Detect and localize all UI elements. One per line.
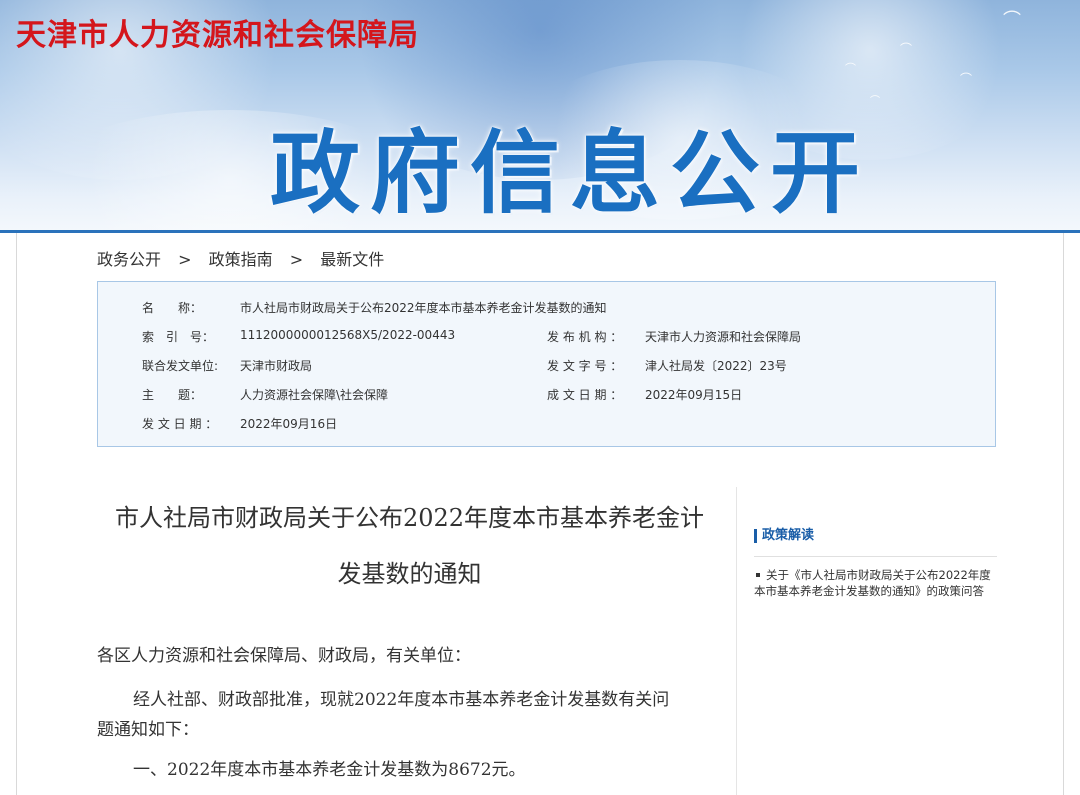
subject-label: 主 题： xyxy=(142,388,203,402)
bird-icon: ⌒ xyxy=(1003,10,1021,31)
bird-icon: ⌒ xyxy=(870,96,880,107)
page-border-left xyxy=(16,233,17,795)
breadcrumb-item-gov-affairs[interactable]: 政务公开 xyxy=(97,250,161,269)
created-date-label: 成 文 日 期 ： xyxy=(547,388,623,402)
name-value: 市人社局市财政局关于公布2022年度本市基本养老金计发基数的通知 xyxy=(240,301,607,315)
name-label: 名 称： xyxy=(142,301,203,315)
index-value: 1112000000012568X5/2022-00443 xyxy=(240,328,456,342)
bullet-icon xyxy=(756,572,760,577)
article-title-line: 市人社局市财政局关于公布2022年度本市基本养老金计 xyxy=(114,504,705,532)
breadcrumb: 政务公开 > 政策指南 > 最新文件 xyxy=(97,246,384,270)
article-paragraph-line: 题通知如下： xyxy=(97,720,199,740)
article-paragraph-line: 经人社部、财政部批准，现就2022年度本市基本养老金计发基数有关问 xyxy=(133,690,670,710)
doc-number-value: 津人社局发〔2022〕23号 xyxy=(645,359,787,373)
article-salutation: 各区人力资源和社会保障局、财政局，有关单位： xyxy=(97,646,471,666)
subject-value: 人力资源社会保障\社会保障 xyxy=(240,388,389,402)
header-banner: ⌒ ⌒ ⌒ ⌒ ⌒ 天津市人力资源和社会保障局 政府信息公开 xyxy=(0,0,1080,232)
issuer-value: 天津市人力资源和社会保障局 xyxy=(645,330,802,344)
bird-icon: ⌒ xyxy=(960,72,973,86)
breadcrumb-item-policy-guide[interactable]: 政策指南 xyxy=(209,250,273,269)
article-paragraph: 经人社部、财政部批准，现就2022年度本市基本养老金计发基数有关问 题通知如下： xyxy=(97,685,722,745)
policy-interpretation-heading: 政策解读 xyxy=(754,529,814,543)
policy-interpretation-link[interactable]: 关于《市人社局市财政局关于公布2022年度本市基本养老金计发基数的通知》的政策问… xyxy=(754,567,999,599)
breadcrumb-separator: > xyxy=(289,250,304,269)
bird-icon: ⌒ xyxy=(845,62,856,75)
article-title-line: 发基数的通知 xyxy=(337,560,482,588)
section-title: 政府信息公开 xyxy=(270,121,870,226)
index-label: 索 引 号： xyxy=(142,330,215,344)
document-info-box: 名 称： 市人社局市财政局关于公布2022年度本市基本养老金计发基数的通知 索 … xyxy=(97,281,996,447)
policy-interpretation-link-text[interactable]: 关于《市人社局市财政局关于公布2022年度本市基本养老金计发基数的通知》的政策问… xyxy=(754,568,991,598)
created-date-value: 2022年09月15日 xyxy=(645,388,743,402)
doc-number-label: 发 文 字 号 ： xyxy=(547,359,623,373)
article-paragraph: 一、2022年度本市基本养老金计发基数为8672元。 xyxy=(133,760,526,780)
org-name[interactable]: 天津市人力资源和社会保障局 xyxy=(16,10,419,54)
sidebar-divider xyxy=(754,556,997,557)
header-divider xyxy=(0,230,1080,233)
joint-issuer-label: 联合发文单位: xyxy=(142,359,219,373)
page-border-right xyxy=(1063,233,1064,795)
column-divider xyxy=(736,487,737,795)
breadcrumb-separator: > xyxy=(178,250,192,269)
issuer-label: 发 布 机 构 ： xyxy=(547,330,623,344)
bird-icon: ⌒ xyxy=(900,42,913,56)
breadcrumb-item-latest-docs[interactable]: 最新文件 xyxy=(320,250,384,269)
issued-date-label: 发 文 日 期 ： xyxy=(142,417,218,431)
issued-date-value: 2022年09月16日 xyxy=(240,417,338,431)
joint-issuer-value: 天津市财政局 xyxy=(240,359,313,373)
article-title: 市人社局市财政局关于公布2022年度本市基本养老金计 发基数的通知 xyxy=(97,490,722,602)
